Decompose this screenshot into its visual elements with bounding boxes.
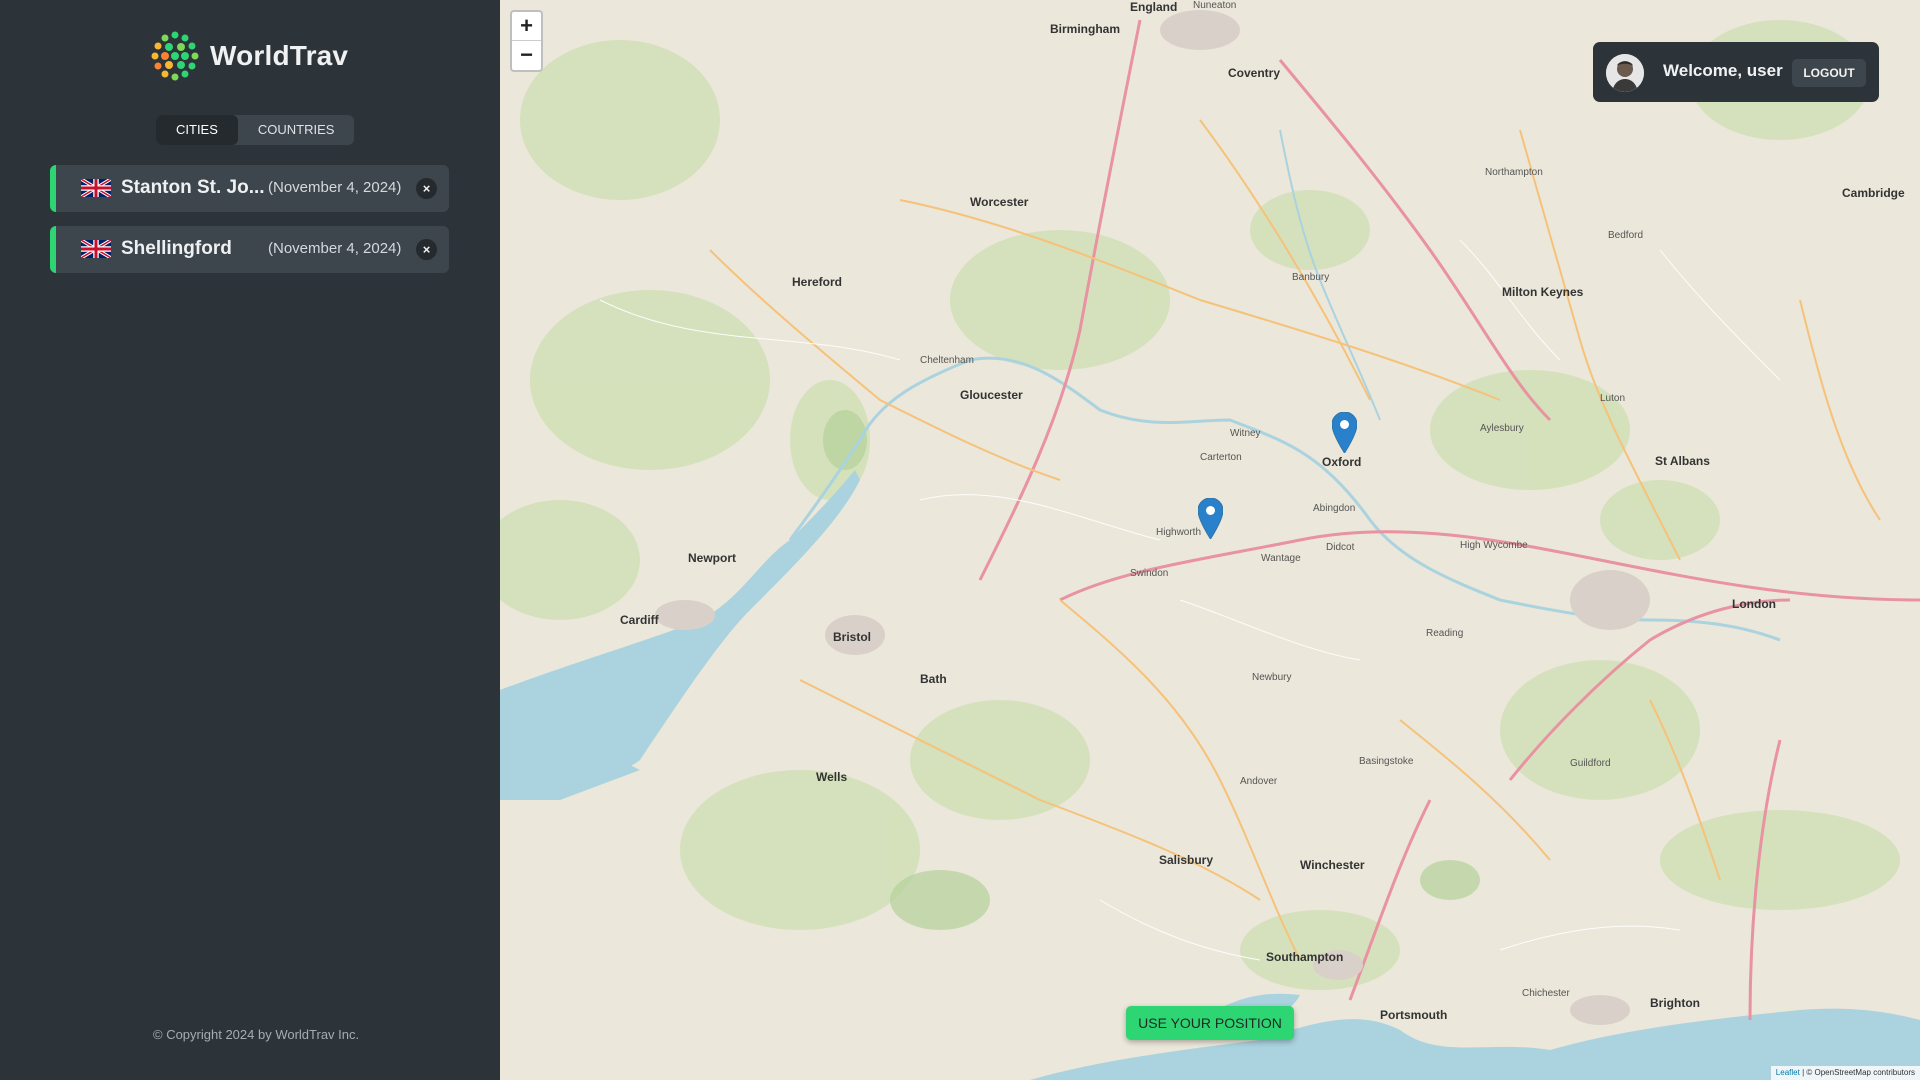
- city-item[interactable]: Shellingford (November 4, 2024) ×: [50, 226, 449, 273]
- delete-city-button[interactable]: ×: [416, 239, 437, 260]
- osm-attribution[interactable]: © OpenStreetMap contributors: [1806, 1068, 1915, 1077]
- map-label: Northampton: [1485, 167, 1543, 178]
- map-label: Carterton: [1200, 452, 1242, 463]
- map-attribution: Leaflet | © OpenStreetMap contributors: [1770, 1066, 1920, 1080]
- tab-countries[interactable]: Countries: [238, 115, 355, 145]
- uk-flag-icon: [81, 179, 111, 197]
- map-label: Winchester: [1300, 858, 1365, 872]
- map-label: Cheltenham: [920, 355, 974, 366]
- tab-bar: Cities Countries: [156, 115, 355, 145]
- map-marker-pin-icon[interactable]: [1198, 498, 1223, 539]
- map-label: Basingstoke: [1359, 756, 1414, 767]
- user-panel: Welcome, user Logout: [1593, 42, 1879, 102]
- map-label: Didcot: [1326, 542, 1355, 553]
- map-label: Coventry: [1228, 66, 1281, 80]
- app-name: WorldTrav: [210, 40, 349, 71]
- map-tiles: [500, 0, 1920, 1080]
- user-avatar: [1606, 54, 1644, 92]
- map-label: Cardiff: [620, 613, 659, 627]
- map-label: Cambridge: [1842, 186, 1905, 200]
- zoom-in-button[interactable]: +: [512, 12, 541, 41]
- map-label: Oxford: [1322, 455, 1362, 469]
- map-label: Birmingham: [1050, 22, 1121, 36]
- map-label: Swindon: [1130, 568, 1169, 579]
- map-label: Banbury: [1292, 272, 1330, 283]
- app-logo[interactable]: WorldTrav: [148, 28, 348, 84]
- map-label: Bedford: [1608, 230, 1644, 241]
- map-label: St Albans: [1655, 454, 1710, 468]
- zoom-control: + −: [510, 10, 543, 72]
- map-label: Newbury: [1252, 672, 1292, 683]
- map-label: Andover: [1240, 776, 1278, 787]
- city-name: Stanton St. Jo...: [121, 177, 265, 198]
- map-label: Hereford: [792, 275, 843, 289]
- map-label: High Wycombe: [1460, 540, 1528, 551]
- map-label: Bristol: [833, 630, 872, 644]
- map-label: Bath: [920, 672, 947, 686]
- map-label: Gloucester: [960, 388, 1023, 402]
- leaflet-link[interactable]: Leaflet: [1776, 1068, 1800, 1077]
- city-name: Shellingford: [121, 238, 232, 259]
- city-date: (November 4, 2024): [268, 179, 402, 196]
- map-label: Highworth: [1156, 527, 1202, 538]
- map-label: Aylesbury: [1480, 423, 1524, 434]
- map-marker-pin-icon[interactable]: [1332, 412, 1357, 453]
- globe-logo-icon: [150, 31, 200, 81]
- map-label: Wantage: [1261, 553, 1301, 564]
- sidebar: WorldTrav Cities Countries Stanton St. J…: [0, 0, 500, 1080]
- map-label: Salisbury: [1159, 853, 1214, 867]
- city-date: (November 4, 2024): [268, 240, 402, 257]
- map-label: Abingdon: [1313, 503, 1356, 514]
- map[interactable]: England Birmingham Coventry Nuneaton Wor…: [500, 0, 1920, 1080]
- map-label: Portsmouth: [1380, 1008, 1448, 1022]
- copyright-footer: © Copyright 2024 by WorldTrav Inc.: [153, 1027, 360, 1042]
- map-label: Chichester: [1522, 988, 1570, 999]
- city-list: Stanton St. Jo... (November 4, 2024) × S…: [50, 165, 449, 287]
- logout-button[interactable]: Logout: [1792, 59, 1866, 87]
- map-label: Worcester: [970, 195, 1029, 209]
- map-label: Southampton: [1266, 950, 1344, 964]
- map-label: Wells: [816, 770, 848, 784]
- tab-cities[interactable]: Cities: [156, 115, 238, 145]
- city-item[interactable]: Stanton St. Jo... (November 4, 2024) ×: [50, 165, 449, 212]
- map-label: Witney: [1230, 428, 1261, 439]
- delete-city-button[interactable]: ×: [416, 178, 437, 199]
- map-label: Reading: [1426, 628, 1464, 639]
- map-label: Milton Keynes: [1502, 285, 1584, 299]
- map-label: Luton: [1600, 393, 1626, 404]
- map-label: Nuneaton: [1193, 0, 1237, 11]
- map-label: Guildford: [1570, 758, 1611, 769]
- use-position-button[interactable]: Use your position: [1126, 1006, 1294, 1040]
- map-label: England: [1130, 0, 1178, 14]
- uk-flag-icon: [81, 240, 111, 258]
- map-label: Brighton: [1650, 996, 1700, 1010]
- zoom-out-button[interactable]: −: [512, 41, 541, 70]
- map-label: Newport: [688, 551, 736, 565]
- user-avatar-icon: [1606, 54, 1644, 92]
- map-label: London: [1732, 597, 1776, 611]
- welcome-text: Welcome, user: [1663, 61, 1783, 80]
